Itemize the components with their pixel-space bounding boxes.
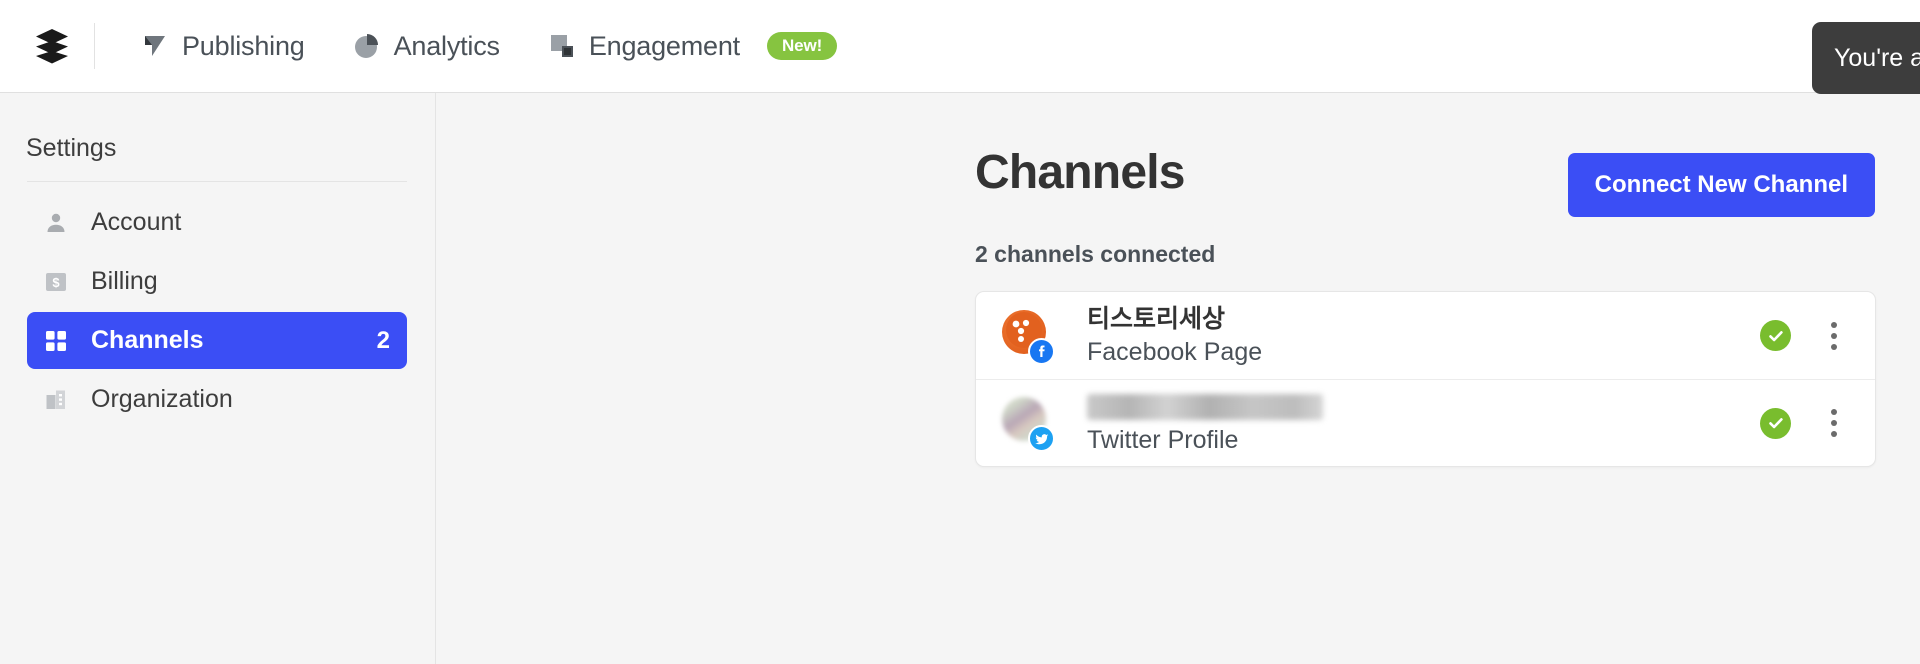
sidebar-item-account[interactable]: Account — [27, 194, 407, 251]
buffer-layers-icon[interactable] — [32, 24, 72, 68]
avatar — [1002, 309, 1055, 365]
sidebar-title: Settings — [26, 134, 117, 162]
nav-items: Publishing Analytics Engagement New! — [117, 25, 861, 68]
sidebar-label-account: Account — [91, 208, 182, 236]
grid-squares-icon — [43, 328, 69, 354]
channels-list: 티스토리세상 Facebook Page Twitter Profile — [975, 291, 1876, 467]
nav-divider — [94, 23, 95, 69]
kebab-dot — [1831, 321, 1837, 328]
check-circle-icon — [1760, 407, 1791, 439]
channels-content-inner: Channels Connect New Channel 2 channels … — [975, 93, 1876, 467]
engagement-squares-icon — [548, 32, 576, 60]
facebook-badge-icon — [1028, 337, 1055, 365]
building-icon — [43, 387, 69, 413]
buffer-layers-icon-svg — [36, 29, 68, 64]
kebab-dot — [1831, 332, 1837, 339]
connect-new-channel-button[interactable]: Connect New Channel — [1567, 153, 1875, 217]
kebab-dot — [1831, 431, 1837, 437]
avatar — [1002, 397, 1055, 452]
channel-type: Facebook Page — [1087, 337, 1263, 366]
channels-content: Channels Connect New Channel 2 channels … — [437, 93, 1920, 664]
sidebar-item-organization[interactable]: Organization — [27, 371, 407, 428]
sidebar-label-organization: Organization — [91, 385, 233, 413]
page-body: Settings Account $ Billing Channels 2 Or… — [0, 93, 1920, 664]
kebab-menu-icon[interactable] — [1820, 319, 1848, 353]
person-icon — [43, 210, 69, 236]
kebab-menu-icon[interactable] — [1820, 406, 1848, 440]
channels-header: Channels Connect New Channel — [975, 93, 1875, 217]
top-navigation-bar: Publishing Analytics Engagement New! — [0, 0, 1920, 93]
sidebar-label-channels: Channels — [91, 326, 204, 354]
nav-item-analytics[interactable]: Analytics — [329, 25, 524, 68]
publishing-flag-icon — [141, 32, 169, 60]
nav-label-engagement: Engagement — [588, 30, 740, 61]
channel-meta: Twitter Profile — [1087, 390, 1760, 457]
svg-text:$: $ — [52, 275, 60, 290]
channel-row[interactable]: Twitter Profile — [976, 379, 1875, 466]
channel-name — [1087, 393, 1323, 420]
check-circle-icon — [1760, 320, 1791, 351]
channel-type: Twitter Profile — [1087, 425, 1239, 454]
channel-row[interactable]: 티스토리세상 Facebook Page — [976, 292, 1875, 379]
nav-item-publishing[interactable]: Publishing — [117, 25, 329, 68]
sidebar-divider — [27, 181, 407, 182]
channels-connected-count: 2 channels connected — [975, 241, 1216, 267]
kebab-dot — [1831, 420, 1837, 426]
sidebar-item-billing[interactable]: $ Billing — [27, 253, 407, 310]
channel-meta: 티스토리세상 Facebook Page — [1087, 303, 1760, 369]
new-badge: New! — [766, 32, 838, 60]
page-title: Channels — [975, 146, 1185, 199]
channel-name: 티스토리세상 — [1087, 304, 1226, 333]
sidebar-count-channels: 2 — [376, 326, 390, 354]
nav-label-analytics: Analytics — [393, 30, 500, 61]
kebab-dot — [1831, 343, 1837, 350]
dollar-card-icon: $ — [43, 269, 69, 295]
sidebar-nav-list: Account $ Billing Channels 2 Organizatio… — [0, 194, 435, 428]
connection-tooltip: You're a connec — [1812, 22, 1920, 94]
sidebar-item-channels[interactable]: Channels 2 — [27, 312, 407, 369]
sidebar-label-billing: Billing — [91, 267, 158, 295]
twitter-badge-icon — [1028, 425, 1055, 452]
nav-label-publishing: Publishing — [182, 30, 305, 61]
nav-item-engagement[interactable]: Engagement New! — [524, 25, 861, 68]
kebab-dot — [1831, 409, 1837, 415]
settings-sidebar: Settings Account $ Billing Channels 2 Or… — [0, 93, 436, 664]
analytics-pie-icon — [353, 32, 381, 60]
